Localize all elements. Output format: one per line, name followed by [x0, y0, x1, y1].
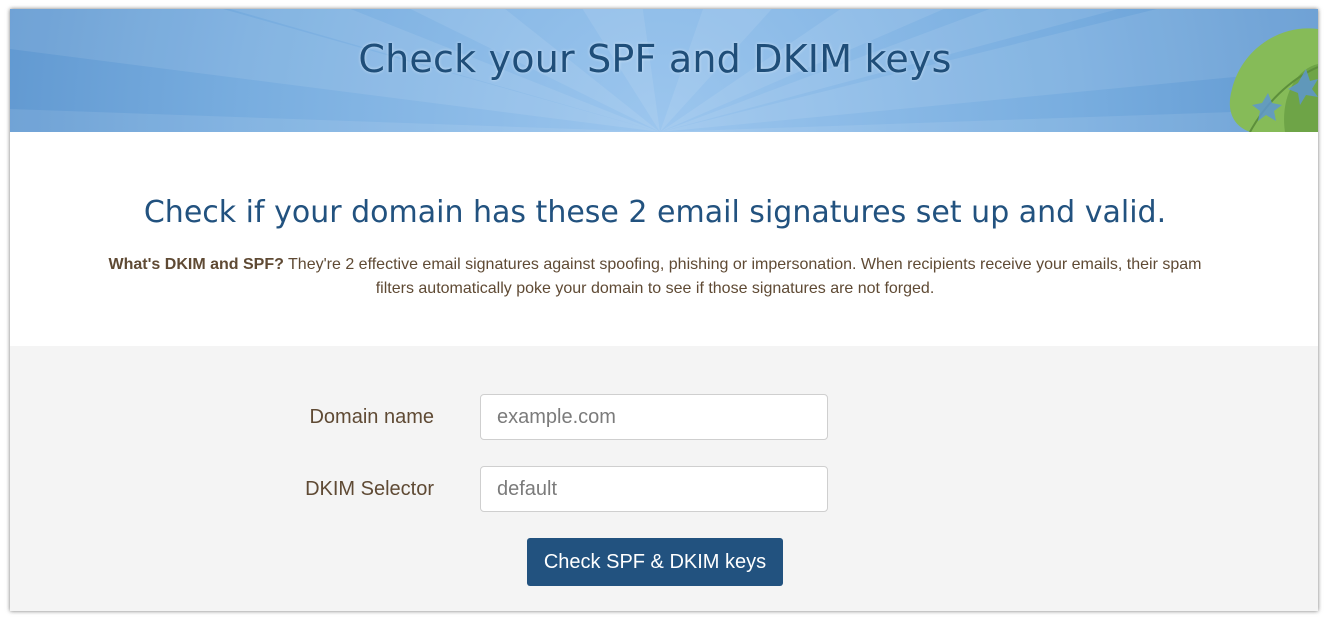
desc-question: What's DKIM and SPF?	[108, 256, 284, 273]
domain-name-label: Domain name	[309, 406, 434, 428]
dkim-selector-label: DKIM Selector	[305, 478, 434, 500]
check-form: Domain name DKIM Selector Check SPF & DK…	[10, 346, 1318, 611]
dkim-selector-input[interactable]	[480, 466, 828, 512]
page-frame: Check your SPF and DKIM keys Check if yo…	[10, 9, 1318, 611]
intro-headline: Check if your domain has these 2 email s…	[143, 195, 1167, 230]
check-keys-button[interactable]: Check SPF & DKIM keys	[527, 538, 783, 586]
intro-description: What's DKIM and SPF? They're 2 effective…	[102, 253, 1208, 301]
header-banner: Check your SPF and DKIM keys	[10, 9, 1318, 132]
desc-text: They're 2 effective email signatures aga…	[283, 256, 1202, 297]
domain-name-input[interactable]	[480, 394, 828, 440]
intro-section: Check if your domain has these 2 email s…	[10, 132, 1318, 346]
page-title: Check your SPF and DKIM keys	[358, 37, 952, 81]
